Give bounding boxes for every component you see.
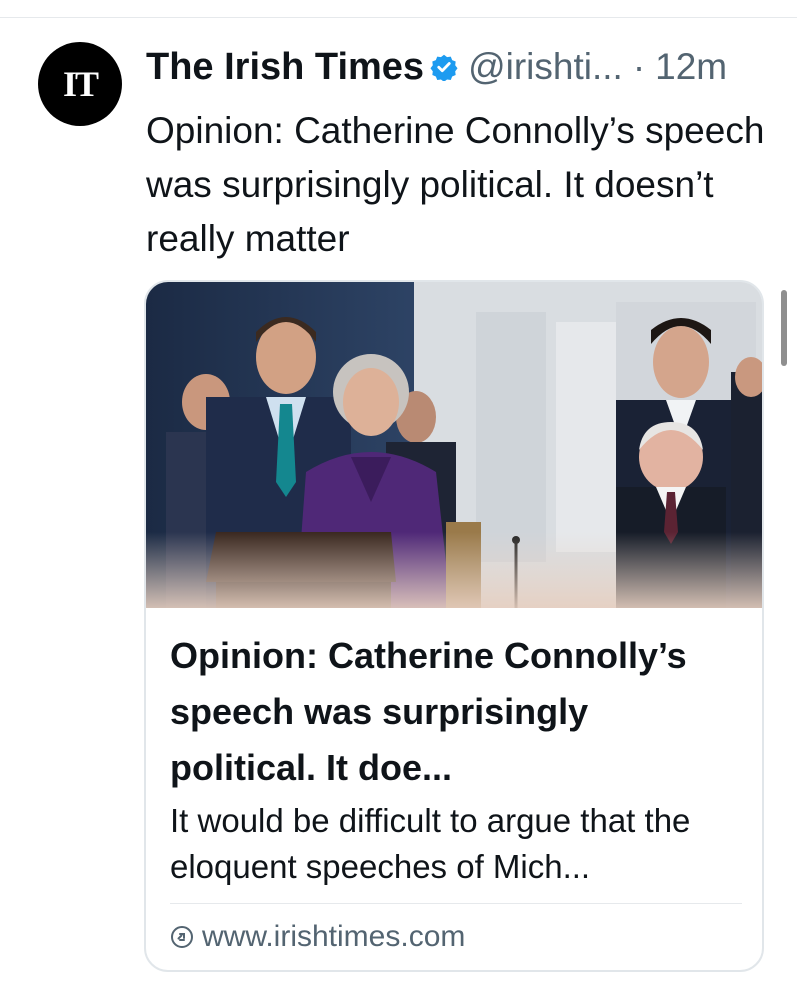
author-handle[interactable]: @irishti... <box>468 46 623 88</box>
link-card[interactable]: Opinion: Catherine Connolly’s speech was… <box>144 280 764 972</box>
card-divider <box>170 903 742 904</box>
scrollbar[interactable] <box>781 290 787 366</box>
verified-badge-icon <box>430 54 458 81</box>
avatar[interactable]: IT <box>38 42 122 126</box>
link-icon <box>171 926 193 948</box>
card-image <box>146 282 762 608</box>
card-title: Opinion: Catherine Connolly’s speech was… <box>170 635 687 788</box>
tweet-text: Opinion: Catherine Connolly’s speech was… <box>146 110 765 259</box>
author-name[interactable]: The Irish Times <box>146 46 424 89</box>
separator-dot: · <box>632 46 646 87</box>
top-divider <box>0 17 797 18</box>
avatar-text: IT <box>62 64 99 104</box>
card-description: It would be difficult to argue that the … <box>170 802 691 885</box>
card-url[interactable]: www.irishtimes.com <box>202 920 465 954</box>
card-url-row[interactable]: www.irishtimes.com <box>170 917 465 957</box>
timestamp[interactable]: 12m <box>655 46 727 88</box>
tweet-header: The Irish Times @irishti... · 12m <box>146 42 776 92</box>
